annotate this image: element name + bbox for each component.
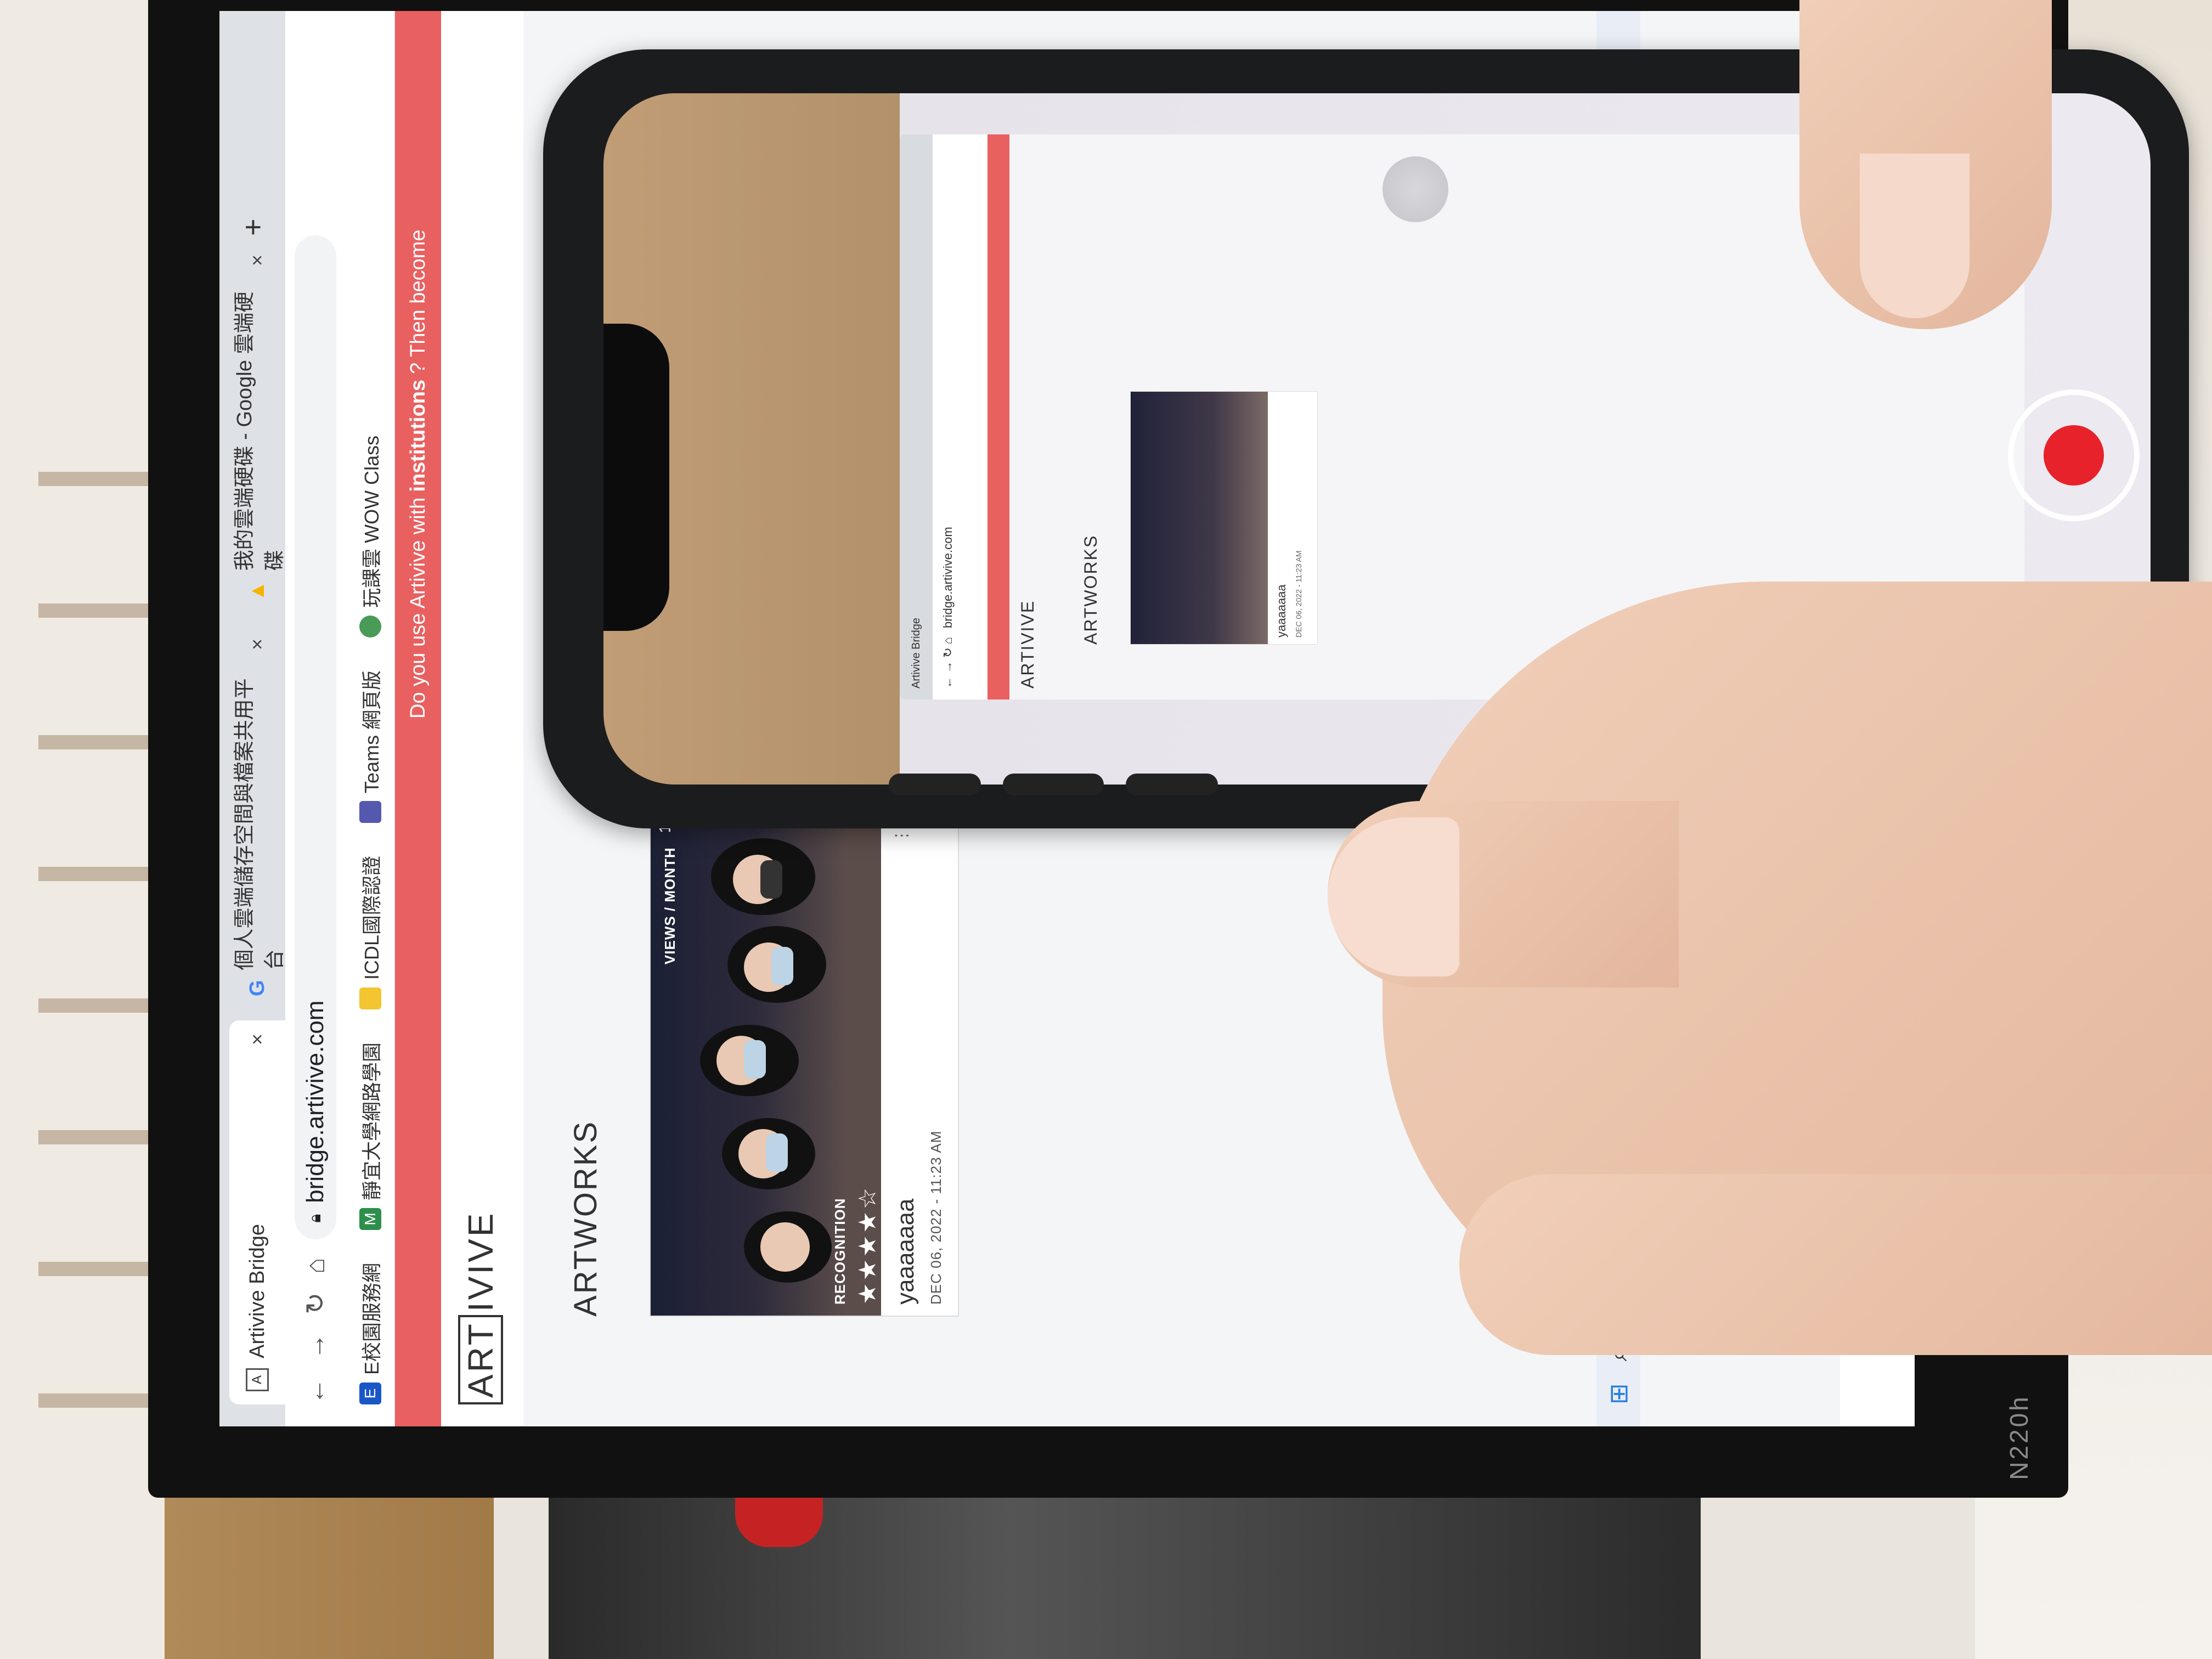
mini-artwork-card: yaaaaaaa DEC 06, 2022 - 11:23 AM <box>1130 391 1318 645</box>
photo-mask <box>771 947 793 985</box>
browser-tabbar: A Artivive Bridge × G 個人雲端儲存空間與檔案共用平台 × … <box>219 11 286 1426</box>
record-button[interactable] <box>2008 390 2140 521</box>
phone-button <box>1002 774 1104 795</box>
google-icon: G <box>245 980 269 996</box>
mini-nav-icon: ← → ↻ ⌂ <box>940 636 955 689</box>
url-text: bridge.artivive.com <box>302 1000 329 1203</box>
phone-button <box>889 774 981 795</box>
reload-icon[interactable]: ↻ <box>300 1293 331 1314</box>
back-arrow-icon[interactable]: ← <box>301 1378 331 1404</box>
mini-artwork-thumbnail <box>1131 392 1268 644</box>
windows-start-icon[interactable]: ⊞ <box>1604 1383 1633 1404</box>
artwork-card[interactable]: RECOGNITION ★★★★☆ VIEWS / MONTH 1 yaaaaa… <box>650 810 959 1317</box>
bookmark-label: Teams 網頁版 <box>360 670 383 793</box>
address-bar-row: ← → ↻ ⌂ 🔒︎ bridge.artivive.com <box>285 11 346 1426</box>
promo-banner[interactable]: Do you use Artivive with institutions ? … <box>395 11 441 1426</box>
globe-icon <box>359 615 381 637</box>
mini-date: DEC 06, 2022 - 11:23 AM <box>1294 550 1303 638</box>
bookmark-teams[interactable]: Teams 網頁版 <box>356 670 385 823</box>
bookmark-label: E校園服務網 <box>360 1262 383 1375</box>
lock-icon: 🔒︎ <box>306 1214 324 1223</box>
page-title: ARTWORKS <box>568 1120 603 1317</box>
bookmark-icdl[interactable]: ICDL國際認證 <box>356 856 385 1009</box>
home-icon[interactable]: ⌂ <box>301 1258 331 1274</box>
tab-label: Artivive Bridge <box>245 1224 269 1358</box>
tab-label: 個人雲端儲存空間與檔案共用平台 <box>233 678 286 970</box>
desk-items <box>549 1498 1701 1659</box>
more-options-icon[interactable]: ⋮ <box>892 827 911 844</box>
tab-google-drive[interactable]: ▲ 我的雲端硬碟 - Google 雲端硬碟 × <box>229 241 286 614</box>
mini-bookmarks <box>963 134 988 699</box>
recognition-stars: ★★★★☆ <box>854 1185 881 1305</box>
mini-tabbar: Artivive Bridge <box>900 134 933 699</box>
bookmark-icon: E <box>359 1383 381 1404</box>
bookmarks-bar: E E校園服務網 M 靜宜大學網路學園 ICDL國際認證 Teams 網頁版 玩… <box>346 11 395 1426</box>
mini-title: yaaaaaaa <box>1274 584 1288 637</box>
photo-mask <box>766 1133 788 1172</box>
teams-icon <box>359 800 381 823</box>
ar-scan-indicator <box>1383 156 1448 222</box>
mini-tab-label: Artivive Bridge <box>910 618 922 689</box>
tab-cloud-storage[interactable]: G 個人雲端儲存空間與檔案共用平台 × <box>229 625 286 1009</box>
google-drive-icon: ▲ <box>245 580 269 601</box>
artivive-logo[interactable]: ART IVIVE <box>458 1211 503 1404</box>
forward-arrow-icon[interactable]: → <box>301 1333 331 1359</box>
close-icon[interactable]: × <box>246 255 269 266</box>
bookmark-icon: M <box>359 1207 381 1230</box>
photo-face <box>760 1222 810 1272</box>
views-label: VIEWS / MONTH <box>662 847 678 964</box>
tab-artivive[interactable]: A Artivive Bridge × <box>229 1020 285 1404</box>
artivive-favicon-icon: A <box>246 1368 269 1391</box>
bookmark-label: ICDL國際認證 <box>360 855 383 980</box>
artwork-date: DEC 06, 2022 - 11:23 AM <box>928 1130 944 1305</box>
mini-logo: ARTIVIVE <box>1018 600 1037 689</box>
close-icon[interactable]: × <box>246 639 269 650</box>
bookmark-label: 靜宜大學網路學園 <box>360 1042 383 1200</box>
folder-icon <box>359 987 381 1009</box>
thumbnail-nail <box>1860 154 1970 318</box>
monitor-brand: N220h <box>2005 1395 2033 1480</box>
mini-url: bridge.artivive.com <box>940 527 955 628</box>
logo-text: IVIVE <box>461 1211 500 1312</box>
finger-lower <box>1459 1174 2212 1355</box>
bookmark-wow-class[interactable]: 玩課雲 WOW Class <box>356 436 385 637</box>
record-dot-icon <box>2044 425 2104 486</box>
photo-mask <box>760 860 782 899</box>
artwork-thumbnail[interactable]: RECOGNITION ★★★★☆ VIEWS / MONTH 1 <box>651 811 881 1316</box>
mini-banner <box>988 134 1009 699</box>
mini-heading: ARTWORKS <box>1081 534 1101 645</box>
close-icon[interactable]: × <box>246 1034 269 1045</box>
url-input[interactable]: 🔒︎ bridge.artivive.com <box>295 235 336 1239</box>
bookmark-e-campus[interactable]: E E校園服務網 <box>356 1263 385 1404</box>
recognition-label: RECOGNITION <box>832 1198 848 1305</box>
banner-text-end: ? Then become <box>406 229 430 374</box>
phone-side-buttons <box>889 774 1218 806</box>
phone-notch <box>603 324 669 631</box>
bookmark-label: 玩課雲 WOW Class <box>360 435 383 608</box>
artwork-title: yaaaaaaa <box>892 1198 919 1305</box>
site-header: ART IVIVE <box>441 11 524 1426</box>
logo-box-text: ART <box>458 1315 503 1404</box>
bookmark-pu-learning[interactable]: M 靜宜大學網路學園 <box>356 1042 385 1230</box>
mini-address-bar: ← → ↻ ⌂ bridge.artivive.com <box>933 134 963 699</box>
banner-bold-text: institutions <box>406 379 430 492</box>
new-tab-button[interactable]: + <box>236 218 270 236</box>
tab-label: 我的雲端硬碟 - Google 雲端硬碟 <box>233 291 286 571</box>
phone-button <box>1126 774 1218 795</box>
photo-mask <box>744 1040 766 1079</box>
red-cup <box>735 1498 823 1547</box>
banner-text: Do you use Artivive with <box>406 497 430 719</box>
